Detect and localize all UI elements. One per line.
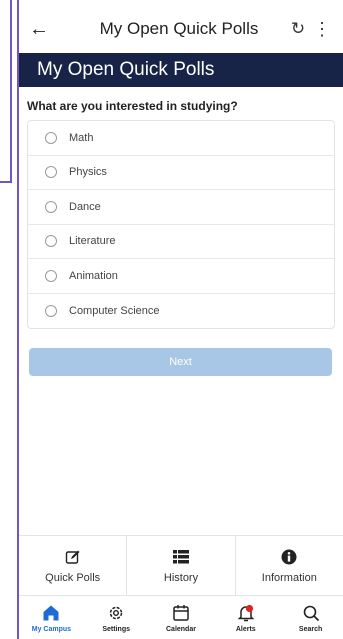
edit-square-icon	[65, 548, 81, 566]
page-title: My Open Quick Polls	[37, 59, 215, 80]
radio-button[interactable]	[45, 235, 57, 248]
poll-option[interactable]: Math	[28, 121, 334, 156]
nav-label: My Campus	[31, 625, 72, 633]
home-icon	[42, 603, 60, 623]
bell-icon	[237, 603, 255, 623]
tab-label: Quick Polls	[45, 571, 101, 584]
back-arrow-icon[interactable]: ←	[29, 19, 55, 39]
nav-search[interactable]: Search	[278, 596, 343, 639]
tab-quick-polls[interactable]: Quick Polls	[19, 536, 128, 595]
app-screen: ← My Open Quick Polls ↻ ⋮ My Open Quick …	[19, 0, 343, 639]
radio-button[interactable]	[45, 131, 57, 144]
nav-settings[interactable]: Settings	[84, 596, 149, 639]
tab-label: Information	[261, 571, 317, 584]
info-icon	[281, 548, 297, 566]
bottom-navigation: My Campus Settings Calendar Alerts Searc…	[19, 595, 343, 639]
search-icon	[302, 603, 320, 623]
poll-option-label: Literature	[69, 235, 116, 248]
poll-options-list: Math Physics Dance Literature Animation …	[27, 120, 335, 329]
poll-option[interactable]: Animation	[28, 259, 334, 294]
poll-option[interactable]: Physics	[28, 156, 334, 190]
radio-button[interactable]	[45, 269, 57, 282]
nav-label: Settings	[102, 625, 130, 633]
poll-option[interactable]: Dance	[28, 190, 334, 225]
tab-history[interactable]: History	[127, 536, 236, 595]
radio-button[interactable]	[45, 200, 57, 213]
nav-calendar[interactable]: Calendar	[149, 596, 214, 639]
poll-option-label: Computer Science	[69, 304, 160, 317]
nav-label: Search	[298, 625, 323, 633]
nav-my-campus[interactable]: My Campus	[19, 596, 84, 639]
radio-button[interactable]	[45, 304, 57, 317]
tab-information[interactable]: Information	[236, 536, 343, 595]
nav-alerts[interactable]: Alerts	[213, 596, 278, 639]
poll-option-label: Animation	[69, 269, 118, 282]
poll-question: What are you interested in studying?	[27, 99, 238, 113]
nav-label: Alerts	[235, 625, 256, 633]
refresh-icon[interactable]: ↻	[285, 19, 311, 39]
radio-button[interactable]	[45, 166, 57, 179]
app-bar-title: My Open Quick Polls	[99, 19, 259, 38]
poll-option-label: Dance	[69, 200, 101, 213]
poll-option[interactable]: Computer Science	[28, 294, 334, 329]
gear-icon	[107, 603, 125, 623]
poll-option[interactable]: Literature	[28, 225, 334, 259]
poll-subtabs: Quick Polls History Information	[19, 535, 343, 595]
top-app-bar: ← My Open Quick Polls ↻ ⋮	[19, 0, 343, 58]
nav-label: Calendar	[166, 625, 196, 633]
next-button[interactable]: Next	[29, 348, 332, 376]
poll-option-label: Physics	[69, 166, 107, 179]
calendar-icon	[172, 603, 190, 623]
tab-label: History	[163, 571, 199, 584]
more-options-icon[interactable]: ⋮	[311, 19, 333, 40]
decorative-frame-left	[0, 0, 12, 183]
page-header-band: My Open Quick Polls	[19, 53, 343, 87]
list-icon	[172, 548, 189, 566]
poll-option-label: Math	[69, 131, 94, 144]
